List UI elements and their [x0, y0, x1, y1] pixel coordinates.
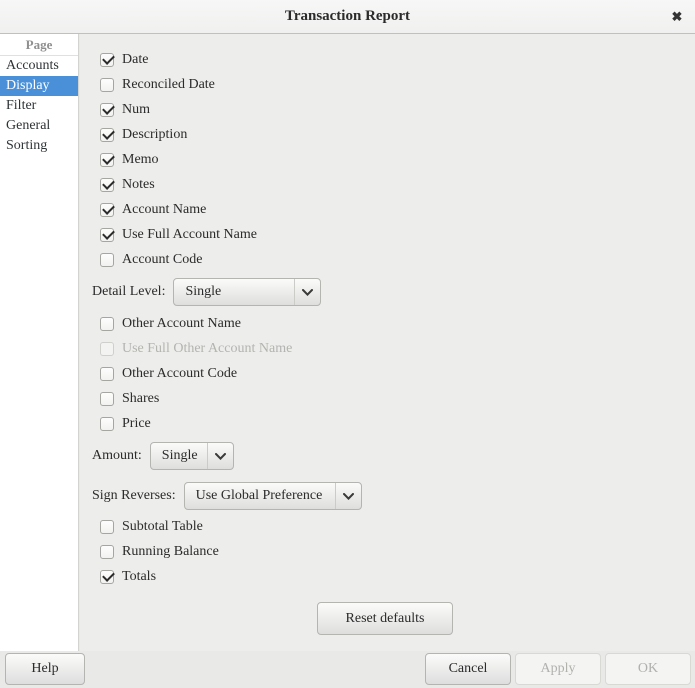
sidebar-item-filter[interactable]: Filter [0, 96, 78, 116]
sidebar-item-label: Sorting [6, 138, 47, 153]
checkbox-label: Price [122, 416, 151, 432]
detail-level-label: Detail Level: [92, 284, 165, 300]
reset-defaults-button[interactable]: Reset defaults [317, 602, 453, 635]
checkbox-label: Subtotal Table [122, 519, 203, 535]
checkbox-account-name[interactable]: Account Name [100, 200, 206, 220]
window-title: Transaction Report [0, 0, 695, 33]
checkbox-num[interactable]: Num [100, 100, 150, 120]
checkbox-unchecked-icon [100, 545, 114, 559]
amount-selected-value: Single [151, 443, 207, 469]
detail-level-dropdown[interactable]: Single [173, 278, 321, 306]
amount-dropdown[interactable]: Single [150, 442, 234, 470]
checkbox-totals[interactable]: Totals [100, 567, 156, 587]
checkbox-label: Shares [122, 391, 159, 407]
sidebar-item-label: Display [6, 78, 50, 93]
chevron-down-icon [335, 483, 361, 509]
checkbox-date[interactable]: Date [100, 50, 148, 70]
sidebar-item-label: Accounts [6, 58, 59, 73]
checkbox-reconciled-date[interactable]: Reconciled Date [100, 75, 215, 95]
checkbox-checked-icon [100, 103, 114, 117]
checkbox-checked-icon [100, 570, 114, 584]
checkbox-checked-icon [100, 178, 114, 192]
sidebar-item-general[interactable]: General [0, 116, 78, 136]
sidebar-item-display[interactable]: Display [0, 76, 78, 96]
cancel-button[interactable]: Cancel [425, 653, 511, 685]
checkbox-label: Other Account Code [122, 366, 237, 382]
checkbox-unchecked-icon [100, 342, 114, 356]
checkbox-running-balance[interactable]: Running Balance [100, 542, 219, 562]
ok-button[interactable]: OK [605, 653, 691, 685]
sign-reverses-row: Sign Reverses: Use Global Preference [92, 482, 362, 510]
checkbox-unchecked-icon [100, 253, 114, 267]
checkbox-label: Other Account Name [122, 316, 241, 332]
checkbox-other-account-name[interactable]: Other Account Name [100, 314, 241, 334]
sign-reverses-dropdown[interactable]: Use Global Preference [184, 482, 362, 510]
checkbox-checked-icon [100, 53, 114, 67]
checkbox-label: Description [122, 127, 187, 143]
sidebar-item-label: General [6, 118, 50, 133]
sidebar-item-sorting[interactable]: Sorting [0, 136, 78, 156]
checkbox-subtotal-table[interactable]: Subtotal Table [100, 517, 203, 537]
checkbox-unchecked-icon [100, 78, 114, 92]
detail-level-row: Detail Level: Single [92, 278, 321, 306]
checkbox-checked-icon [100, 128, 114, 142]
checkbox-checked-icon [100, 153, 114, 167]
amount-row: Amount: Single [92, 442, 234, 470]
checkbox-label: Date [122, 52, 148, 68]
sign-reverses-selected-value: Use Global Preference [185, 483, 335, 509]
chevron-down-icon [294, 279, 320, 305]
detail-level-selected-value: Single [174, 279, 294, 305]
window-titlebar: Transaction Report ✖ [0, 0, 695, 34]
checkbox-checked-icon [100, 203, 114, 217]
checkbox-unchecked-icon [100, 392, 114, 406]
checkbox-label: Account Code [122, 252, 202, 268]
checkbox-label: Memo [122, 152, 159, 168]
display-options-panel: Date Reconciled Date Num Description Memo Not… [80, 34, 695, 651]
checkbox-notes[interactable]: Notes [100, 175, 155, 195]
amount-label: Amount: [92, 448, 142, 464]
checkbox-other-account-code[interactable]: Other Account Code [100, 364, 237, 384]
checkbox-unchecked-icon [100, 367, 114, 381]
checkbox-description[interactable]: Description [100, 125, 187, 145]
checkbox-use-full-account-name[interactable]: Use Full Account Name [100, 225, 257, 245]
checkbox-unchecked-icon [100, 520, 114, 534]
checkbox-label: Num [122, 102, 150, 118]
checkbox-label: Use Full Other Account Name [122, 341, 292, 357]
chevron-down-icon [207, 443, 233, 469]
checkbox-label: Notes [122, 177, 155, 193]
sidebar-item-label: Filter [6, 98, 36, 113]
checkbox-label: Reconciled Date [122, 77, 215, 93]
checkbox-shares[interactable]: Shares [100, 389, 159, 409]
sign-reverses-label: Sign Reverses: [92, 488, 176, 504]
checkbox-checked-icon [100, 228, 114, 242]
checkbox-unchecked-icon [100, 417, 114, 431]
close-icon[interactable]: ✖ [667, 8, 687, 26]
checkbox-price[interactable]: Price [100, 414, 151, 434]
apply-button[interactable]: Apply [515, 653, 601, 685]
sidebar-item-accounts[interactable]: Accounts [0, 56, 78, 76]
checkbox-label: Account Name [122, 202, 206, 218]
checkbox-account-code[interactable]: Account Code [100, 250, 202, 270]
help-button[interactable]: Help [5, 653, 85, 685]
dialog-action-bar: Help Cancel Apply OK [0, 651, 695, 688]
checkbox-use-full-other-account-name: Use Full Other Account Name [100, 339, 292, 359]
checkbox-label: Use Full Account Name [122, 227, 257, 243]
sidebar-header-page: Page [0, 34, 78, 56]
checkbox-label: Running Balance [122, 544, 219, 560]
page-sidebar: Page Accounts Display Filter General Sorting [0, 34, 79, 651]
checkbox-unchecked-icon [100, 317, 114, 331]
sidebar-list: Accounts Display Filter General Sorting [0, 56, 78, 156]
checkbox-label: Totals [122, 569, 156, 585]
checkbox-memo[interactable]: Memo [100, 150, 159, 170]
